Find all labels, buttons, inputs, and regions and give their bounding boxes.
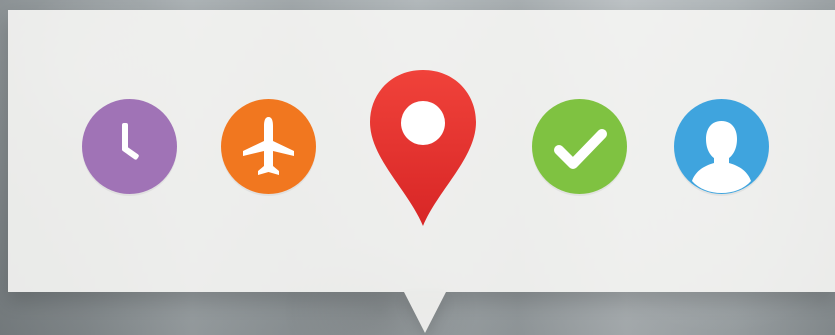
user-icon — [674, 99, 769, 194]
clock-button[interactable] — [82, 99, 177, 194]
user-button[interactable] — [674, 99, 769, 194]
airplane-button[interactable] — [221, 99, 316, 194]
panel-pointer — [404, 292, 446, 333]
location-pin-icon — [370, 70, 476, 226]
check-button[interactable] — [532, 99, 627, 194]
airplane-icon — [221, 99, 316, 194]
clock-icon — [82, 99, 177, 194]
check-icon — [532, 99, 627, 194]
location-pin-button[interactable] — [364, 68, 482, 228]
